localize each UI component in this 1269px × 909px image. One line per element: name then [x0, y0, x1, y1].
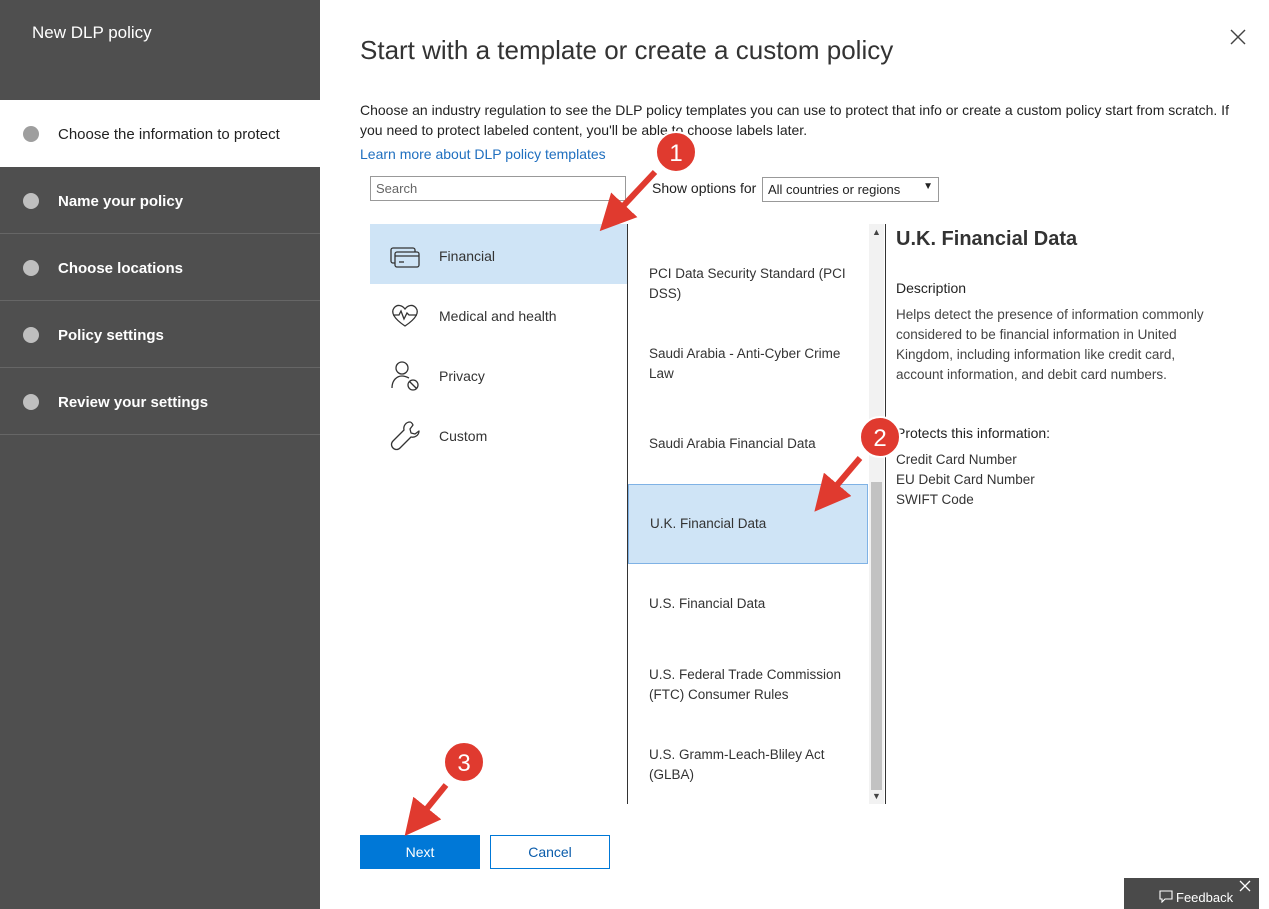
template-scrollbar[interactable]: ▲ ▼ [869, 224, 884, 804]
show-options-label: Show options for [652, 180, 757, 196]
step-label: Review your settings [58, 394, 209, 411]
step-choose-locations[interactable]: Choose locations [0, 234, 320, 301]
category-custom[interactable]: Custom [370, 404, 627, 464]
annotation-badge [443, 741, 485, 783]
category-financial[interactable]: Financial [370, 224, 627, 284]
step-indicator-dot [23, 394, 39, 410]
template-list: PCI Data Security Standard (PCI DSS) Sau… [628, 224, 868, 804]
intro-text: Choose an industry regulation to see the… [360, 102, 1229, 138]
step-policy-settings[interactable]: Policy settings [0, 301, 320, 368]
step-indicator-dot [23, 193, 39, 209]
protects-heading: Protects this information: [896, 425, 1051, 441]
scroll-up-arrow-icon[interactable]: ▲ [872, 227, 881, 237]
credit-card-icon [390, 247, 420, 268]
step-indicator-dot [23, 327, 39, 343]
annotation-3: 3 [404, 741, 485, 836]
protected-info-item: SWIFT Code [896, 492, 974, 507]
step-label: Choose locations [58, 260, 184, 277]
template-label: U.S. Federal Trade Commission (FTC) Cons… [649, 667, 842, 702]
close-icon[interactable] [1239, 880, 1251, 892]
template-saudi-anti-cyber[interactable]: Saudi Arabia - Anti-Cyber Crime Law [628, 334, 868, 414]
annotation-number: 3 [457, 750, 470, 777]
annotation-arrow-icon [404, 783, 449, 836]
description-heading: Description [896, 280, 967, 296]
annotation-number: 1 [669, 140, 682, 167]
close-icon[interactable] [1228, 27, 1248, 47]
page-title: Start with a template or create a custom… [360, 35, 894, 65]
wrench-icon [390, 421, 420, 451]
category-label: Medical and health [439, 308, 557, 324]
template-label: U.S. Gramm-Leach-Bliley Act (GLBA) [649, 747, 825, 782]
category-list: Financial Medical and health Privacy Cus… [370, 224, 627, 464]
step-label: Policy settings [58, 327, 164, 344]
category-label: Custom [439, 428, 488, 444]
template-saudi-financial[interactable]: Saudi Arabia Financial Data [628, 414, 868, 494]
wizard-title: New DLP policy [32, 23, 152, 42]
template-label: PCI Data Security Standard (PCI DSS) [649, 266, 846, 301]
step-indicator-dot [23, 260, 39, 276]
wizard-steps: Choose the information to protect Name y… [0, 100, 320, 435]
protected-info-item: Credit Card Number [896, 452, 1017, 467]
speech-bubble-icon [1159, 890, 1173, 903]
description-text: Helps detect the presence of information… [896, 307, 1204, 382]
wizard-panel: New DLP policy Choose the information to… [0, 0, 320, 909]
category-medical-health[interactable]: Medical and health [370, 284, 627, 344]
template-label: Saudi Arabia Financial Data [649, 436, 816, 451]
category-label: Privacy [439, 368, 485, 384]
scroll-down-arrow-icon[interactable]: ▼ [872, 791, 881, 801]
search-input[interactable] [370, 176, 626, 201]
template-label: U.S. Financial Data [649, 596, 766, 611]
template-label: U.K. Financial Data [650, 516, 767, 531]
user-blocked-icon [391, 361, 419, 391]
protected-info-item: EU Debit Card Number [896, 472, 1035, 487]
annotation-1: 1 [599, 131, 697, 232]
feedback-panel[interactable]: Feedback [1124, 878, 1259, 909]
category-label: Financial [439, 248, 496, 264]
template-us-ftc[interactable]: U.S. Federal Trade Commission (FTC) Cons… [628, 654, 868, 734]
template-pci-dss[interactable]: PCI Data Security Standard (PCI DSS) [628, 254, 868, 334]
cancel-button[interactable]: Cancel [490, 835, 610, 869]
step-choose-information[interactable]: Choose the information to protect [0, 100, 320, 167]
heart-pulse-icon [392, 304, 418, 327]
template-label: Saudi Arabia - Anti-Cyber Crime Law [649, 346, 841, 381]
scroll-thumb[interactable] [871, 482, 882, 790]
category-privacy[interactable]: Privacy [370, 344, 627, 404]
step-indicator-dot [23, 126, 39, 142]
template-us-glba[interactable]: U.S. Gramm-Leach-Bliley Act (GLBA) [628, 734, 868, 804]
step-label: Choose the information to protect [58, 126, 280, 143]
protects-list: Credit Card Number EU Debit Card Number … [896, 450, 1035, 510]
learn-more-link[interactable]: Learn more about DLP policy templates [360, 146, 606, 162]
region-select[interactable]: All countries or regions ▼ [762, 177, 939, 202]
template-uk-financial[interactable]: U.K. Financial Data [628, 484, 868, 564]
step-label: Name your policy [58, 193, 184, 210]
details-title: U.K. Financial Data [896, 228, 1078, 250]
dropdown-arrow-icon: ▼ [923, 181, 933, 192]
step-name-policy[interactable]: Name your policy [0, 167, 320, 234]
template-us-financial[interactable]: U.S. Financial Data [628, 574, 868, 654]
next-button[interactable]: Next [360, 835, 480, 869]
column-divider [885, 224, 886, 804]
step-review-settings[interactable]: Review your settings [0, 368, 320, 435]
feedback-label: Feedback [1176, 890, 1234, 905]
region-select-value: All countries or regions [768, 182, 901, 197]
